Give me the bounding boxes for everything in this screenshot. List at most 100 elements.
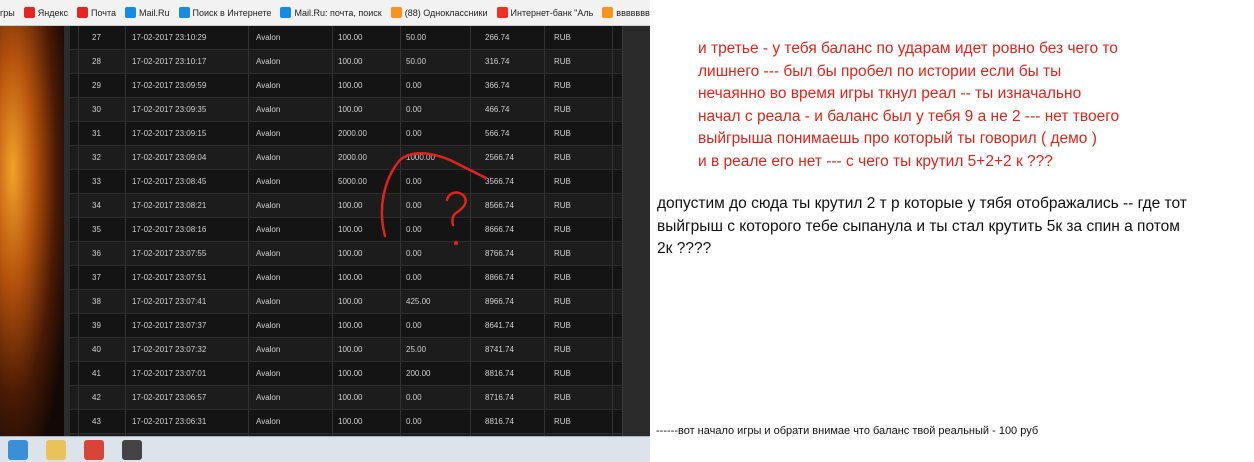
cell-game: Avalon — [256, 105, 281, 114]
bookmark-item[interactable]: Яндекс — [23, 7, 68, 18]
column-divider — [248, 122, 249, 145]
column-divider — [78, 26, 79, 49]
cell-currency: RUB — [554, 81, 571, 90]
column-divider — [78, 242, 79, 265]
cell-balance: 8741.74 — [485, 345, 514, 354]
bookmark-label: Mail.Ru — [139, 7, 170, 18]
cell-number: 37 — [92, 273, 101, 282]
cell-win: 0.00 — [406, 393, 422, 402]
column-divider — [612, 26, 613, 49]
column-divider — [125, 146, 126, 169]
column-divider — [125, 242, 126, 265]
bookmark-label: ввввввввввввввв — [616, 7, 650, 18]
column-divider — [78, 194, 79, 217]
column-divider — [544, 242, 545, 265]
column-divider — [400, 50, 401, 73]
cell-bet: 5000.00 — [338, 177, 367, 186]
cell-number: 40 — [92, 345, 101, 354]
scrollbar-area[interactable] — [622, 26, 650, 436]
column-divider — [612, 242, 613, 265]
column-divider — [400, 266, 401, 289]
column-divider — [78, 170, 79, 193]
media-icon[interactable] — [122, 440, 142, 460]
cell-number: 31 — [92, 129, 101, 138]
column-divider — [78, 218, 79, 241]
cell-date: 17-02-2017 23:07:37 — [132, 321, 207, 330]
cell-currency: RUB — [554, 321, 571, 330]
yandex-browser-icon[interactable] — [84, 440, 104, 460]
bookmark-item[interactable]: Mail.Ru — [125, 7, 170, 18]
cell-win: 0.00 — [406, 321, 422, 330]
folder-icon[interactable] — [46, 440, 66, 460]
column-divider — [544, 170, 545, 193]
bookmark-item[interactable]: Почта — [77, 7, 116, 18]
column-divider — [248, 50, 249, 73]
cell-number: 38 — [92, 297, 101, 306]
column-divider — [78, 314, 79, 337]
column-divider — [78, 362, 79, 385]
bookmark-item[interactable]: (88) Одноклассники — [390, 7, 488, 18]
bookmark-item[interactable]: Mail.Ru: почта, поиск — [280, 7, 382, 18]
cell-date: 17-02-2017 23:07:41 — [132, 297, 207, 306]
cell-number: 34 — [92, 201, 101, 210]
cell-win: 50.00 — [406, 33, 427, 42]
column-divider — [332, 218, 333, 241]
table-row: 41 17-02-2017 23:07:01 Avalon 100.00 200.00 8… — [70, 362, 622, 386]
b-icon — [602, 7, 614, 18]
column-divider — [332, 410, 333, 433]
cell-win: 25.00 — [406, 345, 427, 354]
column-divider — [612, 98, 613, 121]
column-divider — [332, 170, 333, 193]
column-divider — [332, 266, 333, 289]
column-divider — [78, 338, 79, 361]
bookmark-item[interactable]: гры — [0, 8, 15, 18]
column-divider — [544, 194, 545, 217]
table-row: 34 17-02-2017 23:08:21 Avalon 100.00 0.00 856… — [70, 194, 622, 218]
table-row: 40 17-02-2017 23:07:32 Avalon 100.00 25.00 87… — [70, 338, 622, 362]
cell-bet: 100.00 — [338, 249, 363, 258]
cell-date: 17-02-2017 23:07:32 — [132, 345, 207, 354]
column-divider — [470, 146, 471, 169]
cell-balance: 8666.74 — [485, 225, 514, 234]
ok-icon — [390, 7, 402, 18]
cell-number: 41 — [92, 369, 101, 378]
cell-game: Avalon — [256, 81, 281, 90]
cell-currency: RUB — [554, 249, 571, 258]
bookmark-item[interactable]: Интернет-банк "Аль — [496, 7, 593, 18]
taskbar — [0, 436, 650, 462]
column-divider — [332, 146, 333, 169]
column-divider — [78, 410, 79, 433]
ie-icon[interactable] — [8, 440, 28, 460]
column-divider — [400, 146, 401, 169]
column-divider — [544, 26, 545, 49]
column-divider — [470, 98, 471, 121]
column-divider — [400, 410, 401, 433]
mail-icon — [77, 7, 89, 18]
bookmark-item[interactable]: Поиск в Интернете — [178, 7, 271, 18]
column-divider — [400, 290, 401, 313]
column-divider — [332, 74, 333, 97]
bookmark-item[interactable]: ввввввввввввввв — [602, 7, 650, 18]
column-divider — [332, 314, 333, 337]
column-divider — [125, 362, 126, 385]
cell-date: 17-02-2017 23:08:45 — [132, 177, 207, 186]
cell-balance: 8816.74 — [485, 417, 514, 426]
column-divider — [400, 362, 401, 385]
cell-currency: RUB — [554, 417, 571, 426]
comment-line: выйгрыш с которого тебе сыпанула и ты ст… — [657, 217, 1180, 235]
bookmark-label: Почта — [91, 7, 117, 18]
column-divider — [332, 122, 333, 145]
footnote: ------вот начало игры и обрати внимае чт… — [656, 425, 1039, 437]
mailru-icon — [125, 7, 137, 18]
cell-date: 17-02-2017 23:09:59 — [132, 81, 207, 90]
cell-game: Avalon — [256, 369, 281, 378]
column-divider — [248, 146, 249, 169]
column-divider — [248, 314, 249, 337]
cell-game: Avalon — [256, 201, 281, 210]
column-divider — [400, 122, 401, 145]
search-icon — [178, 7, 190, 18]
cell-win: 1000.00 — [406, 153, 435, 162]
column-divider — [125, 290, 126, 313]
cell-bet: 100.00 — [338, 201, 363, 210]
cell-balance: 266.74 — [485, 33, 510, 42]
